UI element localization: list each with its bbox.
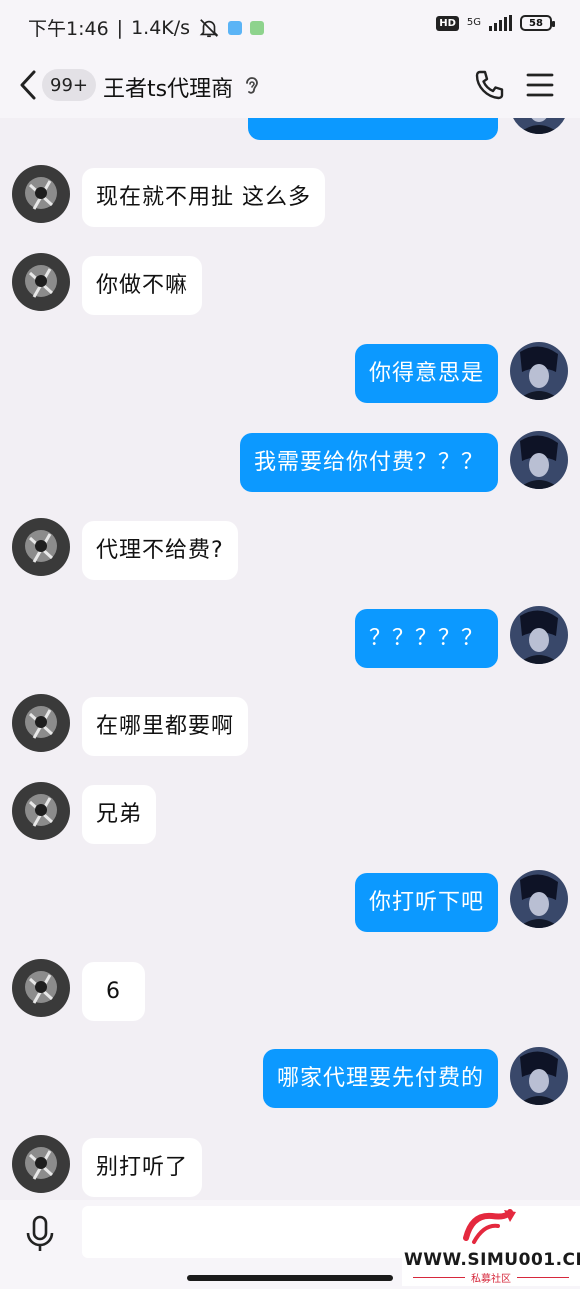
chat-title: 王者ts代理商 bbox=[103, 77, 234, 102]
message-bubble-outgoing[interactable]: 我需要给你付费？？？ bbox=[239, 433, 498, 492]
contact-avatar[interactable] bbox=[12, 1135, 70, 1193]
phone-call-icon[interactable] bbox=[473, 68, 505, 102]
message-list[interactable]: 现在就不用扯 这么多 你做不嘛 你得意思是 我需要给你付费？？？ 代理不给费? … bbox=[0, 118, 580, 1200]
message-bubble-incoming[interactable]: 你做不嘛 bbox=[82, 256, 203, 315]
message-text: 别打听了 bbox=[96, 1154, 189, 1180]
message-text: 你做不嘛 bbox=[96, 272, 189, 298]
message-bubble-outgoing[interactable]: ？？？？？ bbox=[354, 609, 498, 668]
message-bubble-outgoing[interactable] bbox=[248, 118, 498, 140]
message-text: ？？？？？ bbox=[368, 625, 484, 651]
my-avatar[interactable] bbox=[510, 870, 568, 928]
notification-app-icon bbox=[250, 20, 265, 35]
watermark-sub-text: 私募社区 bbox=[471, 1274, 511, 1285]
message-text: 兄弟 bbox=[96, 801, 143, 827]
hd-badge: HD bbox=[436, 15, 459, 31]
status-left: 下午1:46 | 1.4K/s bbox=[28, 14, 265, 41]
mute-bell-icon bbox=[199, 18, 219, 37]
contact-avatar[interactable] bbox=[12, 959, 70, 1017]
message-bubble-incoming[interactable]: 兄弟 bbox=[82, 785, 157, 844]
message-bubble-outgoing[interactable]: 哪家代理要先付费的 bbox=[262, 1049, 498, 1108]
ear-icon[interactable] bbox=[243, 75, 261, 97]
message-bubble-outgoing[interactable]: 你打听下吧 bbox=[354, 873, 498, 932]
my-avatar[interactable] bbox=[510, 606, 568, 664]
message-text: 你得意思是 bbox=[368, 360, 484, 386]
watermark: WWW.SIMU001.CN 私募社区 bbox=[402, 1206, 580, 1286]
unread-count-badge[interactable]: 99+ bbox=[42, 69, 96, 101]
unread-count: 99+ bbox=[50, 74, 88, 96]
status-divider: | bbox=[116, 16, 124, 39]
contact-avatar[interactable] bbox=[12, 694, 70, 752]
message-bubble-incoming[interactable]: 代理不给费? bbox=[82, 521, 238, 580]
my-avatar[interactable] bbox=[510, 1047, 568, 1105]
home-indicator[interactable] bbox=[187, 1275, 393, 1281]
network-type: 5G bbox=[466, 17, 481, 28]
menu-icon[interactable] bbox=[526, 70, 554, 100]
contact-avatar[interactable] bbox=[12, 165, 70, 223]
message-bubble-incoming[interactable]: 在哪里都要啊 bbox=[82, 697, 249, 756]
message-text: 你打听下吧 bbox=[368, 889, 484, 915]
message-text: 我需要给你付费？？？ bbox=[253, 449, 484, 475]
status-bar: 下午1:46 | 1.4K/s HD 5G 58 bbox=[0, 0, 580, 54]
my-avatar[interactable] bbox=[510, 118, 568, 134]
contact-avatar[interactable] bbox=[12, 782, 70, 840]
message-text: 在哪里都要啊 bbox=[96, 713, 235, 739]
watermark-logo bbox=[463, 1209, 516, 1244]
message-text: 现在就不用扯 这么多 bbox=[96, 184, 311, 210]
my-avatar[interactable] bbox=[510, 342, 568, 400]
message-bubble-incoming[interactable]: 6 bbox=[82, 962, 145, 1021]
message-text: 代理不给费? bbox=[96, 537, 224, 563]
signal-icon bbox=[489, 15, 512, 31]
my-avatar[interactable] bbox=[510, 431, 568, 489]
network-speed: 1.4K/s bbox=[131, 16, 191, 39]
back-arrow-icon[interactable] bbox=[16, 68, 42, 102]
message-text: 6 bbox=[106, 978, 121, 1004]
chat-header: 99+ 王者ts代理商 bbox=[0, 54, 580, 118]
notification-app-icon bbox=[228, 20, 243, 35]
contact-avatar[interactable] bbox=[12, 253, 70, 311]
watermark-site: WWW.SIMU001.CN bbox=[404, 1250, 580, 1270]
microphone-icon[interactable] bbox=[24, 1214, 56, 1254]
battery-level: 58 bbox=[529, 17, 543, 29]
status-right: HD 5G 58 bbox=[436, 15, 555, 31]
contact-avatar[interactable] bbox=[12, 518, 70, 576]
watermark-subtitle: 私募社区 bbox=[402, 1270, 580, 1285]
message-bubble-incoming[interactable]: 现在就不用扯 这么多 bbox=[82, 168, 325, 227]
message-bubble-incoming[interactable]: 别打听了 bbox=[82, 1138, 203, 1197]
message-text: 哪家代理要先付费的 bbox=[276, 1065, 484, 1091]
status-time: 下午1:46 bbox=[28, 18, 109, 40]
battery-icon: 58 bbox=[520, 15, 555, 31]
message-bubble-outgoing[interactable]: 你得意思是 bbox=[354, 344, 498, 403]
